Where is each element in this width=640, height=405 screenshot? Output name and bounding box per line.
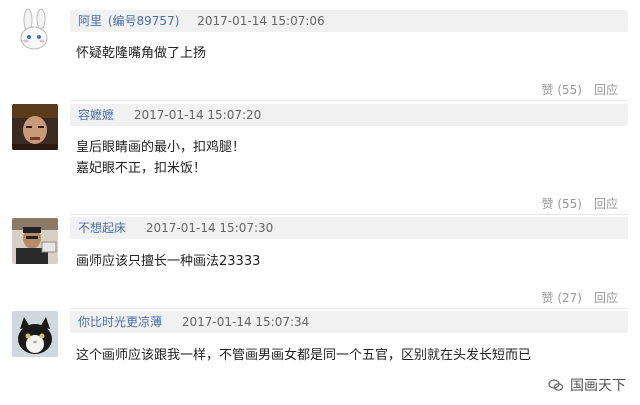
cat-avatar-icon [12, 311, 58, 357]
reply-button[interactable]: 回应 [594, 197, 618, 211]
wechat-icon [548, 379, 564, 391]
old-lady-avatar-icon [12, 104, 58, 150]
comment-line: 这个画师应该跟我一样，不管画男画女都是同一个五官，区别就在头发长短而已 [76, 348, 532, 363]
comment-meta: 容嬷嬷 2017-01-14 15:07:20 [70, 104, 628, 126]
comment-actions: 赞 (27) 回应 [542, 289, 618, 306]
like-button[interactable]: 赞 (55) [542, 83, 582, 97]
avatar[interactable] [12, 8, 58, 54]
comment-line: 皇后眼睛画的最小，扣鸡腿！ [76, 140, 246, 155]
username[interactable]: 容嬷嬷 [78, 108, 114, 122]
watermark-text: 国画天下 [570, 378, 626, 394]
bunny-avatar-icon [12, 8, 58, 54]
avatar[interactable] [12, 311, 58, 357]
comment-text: 画师应该只擅长一种画法23333 [76, 251, 628, 272]
divider [70, 214, 628, 215]
timestamp: 2017-01-14 15:07:20 [133, 108, 262, 122]
comment-line: 嘉妃眼不正，扣米饭！ [76, 161, 207, 176]
like-button[interactable]: 赞 (55) [542, 197, 582, 211]
comment-text: 皇后眼睛画的最小，扣鸡腿！ 嘉妃眼不正，扣米饭！ [76, 137, 628, 179]
reply-button[interactable]: 回应 [594, 291, 618, 305]
comment-actions: 赞 (55) 回应 [542, 81, 618, 98]
comment-meta: 不想起床 2017-01-14 15:07:30 [70, 217, 628, 239]
watermark: 国画天下 [548, 375, 626, 395]
avatar[interactable] [12, 104, 58, 150]
timestamp: 2017-01-14 15:07:06 [197, 14, 325, 28]
user-id: (编号89757) [107, 14, 180, 28]
comment-meta: 你比时光更凉薄 2017-01-14 15:07:34 [70, 311, 628, 333]
reply-button[interactable]: 回应 [594, 83, 618, 97]
username[interactable]: 你比时光更凉薄 [78, 315, 162, 329]
comment-meta: 阿里 (编号89757) 2017-01-14 15:07:06 [70, 10, 628, 32]
comment-text: 怀疑乾隆嘴角做了上扬 [76, 43, 628, 64]
avatar[interactable] [12, 218, 58, 264]
divider [70, 100, 628, 101]
timestamp: 2017-01-14 15:07:30 [145, 221, 274, 235]
comment-line: 画师应该只擅长一种画法23333 [76, 254, 261, 269]
comment-actions: 赞 (55) 回应 [542, 195, 618, 212]
like-button[interactable]: 赞 (27) [542, 291, 582, 305]
man-avatar-icon [12, 218, 58, 264]
divider [70, 308, 628, 309]
comment-text: 这个画师应该跟我一样，不管画男画女都是同一个五官，区别就在头发长短而已 [76, 345, 628, 366]
comment-line: 怀疑乾隆嘴角做了上扬 [76, 46, 207, 61]
username[interactable]: 阿里 [78, 14, 102, 28]
timestamp: 2017-01-14 15:07:34 [181, 315, 310, 329]
username[interactable]: 不想起床 [78, 221, 126, 235]
